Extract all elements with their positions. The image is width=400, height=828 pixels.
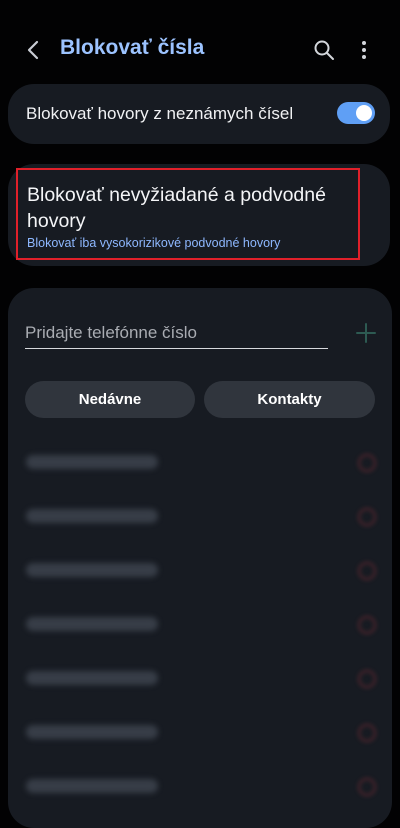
block-unknown-numbers-card[interactable]: Blokovať hovory z neznámych čísel [8,84,390,144]
search-icon [314,40,334,60]
blocked-number-row [8,499,392,539]
page-title: Blokovať čísla [60,36,205,59]
recent-button[interactable]: Nedávne [25,381,195,418]
blocked-numbers-card: Nedávne Kontakty [8,288,392,828]
blocked-number [26,725,158,739]
blocked-number [26,671,158,685]
blocked-number-row [8,553,392,593]
blocked-number [26,563,158,577]
minus-circle-icon[interactable] [358,454,376,472]
chevron-left-icon [27,40,39,60]
search-button[interactable] [312,38,336,62]
blocked-number [26,509,158,523]
phone-number-input[interactable] [25,318,328,349]
blocked-number-row [8,661,392,701]
more-vertical-icon [362,41,366,59]
toggle-knob [356,105,372,121]
block-spam-calls-subtitle: Blokovať iba vysokorizikové podvodné hov… [27,236,281,250]
blocked-number-row [8,445,392,485]
plus-icon [356,323,376,343]
blocked-number [26,779,158,793]
back-button[interactable] [22,38,46,62]
blocked-number [26,617,158,631]
blocked-number [26,455,158,469]
add-number-button[interactable] [354,321,378,345]
minus-circle-icon[interactable] [358,562,376,580]
block-spam-calls-item[interactable]: Blokovať nevyžiadané a podvodné hovory B… [16,168,360,260]
blocked-number-row [8,769,392,809]
minus-circle-icon[interactable] [358,778,376,796]
block-spam-calls-card: Blokovať nevyžiadané a podvodné hovory B… [8,164,390,266]
more-options-button[interactable] [354,38,374,62]
minus-circle-icon[interactable] [358,508,376,526]
block-unknown-numbers-toggle[interactable] [337,102,375,124]
minus-circle-icon[interactable] [358,670,376,688]
minus-circle-icon[interactable] [358,724,376,742]
block-unknown-numbers-label: Blokovať hovory z neznámych čísel [26,104,294,123]
minus-circle-icon[interactable] [358,616,376,634]
blocked-number-row [8,715,392,755]
block-spam-calls-title: Blokovať nevyžiadané a podvodné hovory [27,184,326,232]
contacts-button[interactable]: Kontakty [204,381,375,418]
blocked-number-row [8,607,392,647]
